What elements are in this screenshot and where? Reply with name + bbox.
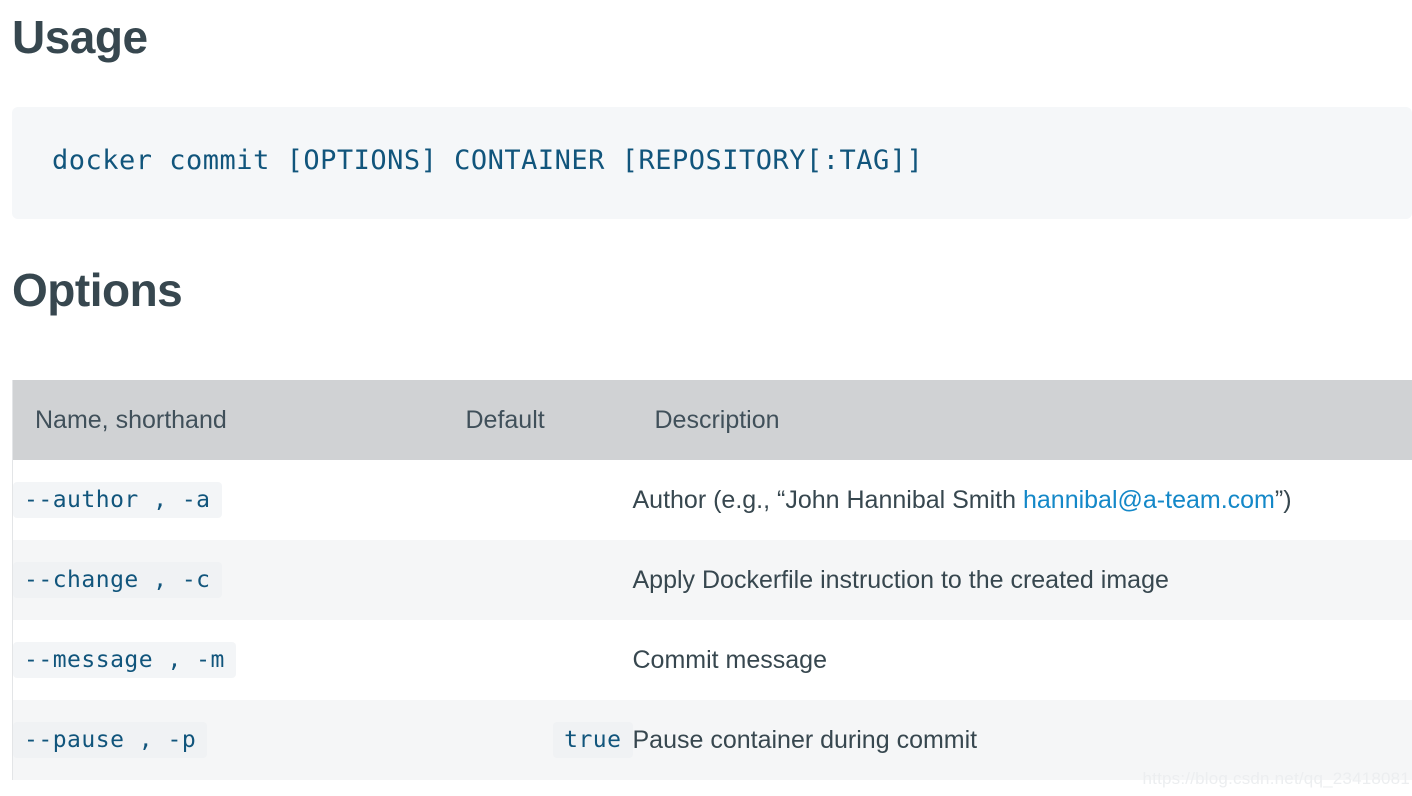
option-default-chip: true (553, 722, 633, 758)
option-name-cell: --message , -m (12, 620, 438, 700)
email-link[interactable]: hannibal@a-team.com (1023, 486, 1275, 514)
option-description-cell: Pause container during commit (632, 700, 1412, 780)
options-table-head: Name, shorthand Default Description (12, 380, 1412, 460)
column-header-description: Description (632, 380, 1412, 460)
usage-command-text: docker commit [OPTIONS] CONTAINER [REPOS… (52, 145, 924, 176)
documentation-page: Usage docker commit [OPTIONS] CONTAINER … (0, 0, 1412, 796)
option-description-cell: Author (e.g., “John Hannibal Smith hanni… (632, 460, 1412, 540)
options-table: Name, shorthand Default Description --au… (12, 380, 1412, 780)
option-default-cell (437, 620, 633, 700)
watermark: https://blog.csdn.net/qq_23418081 (1142, 769, 1410, 788)
table-row: --author , -a Author (e.g., “John Hannib… (12, 460, 1412, 540)
option-name-chip: --author , -a (13, 482, 222, 518)
option-default-cell (437, 460, 633, 540)
table-header-row: Name, shorthand Default Description (12, 380, 1412, 460)
options-heading: Options (12, 264, 183, 316)
option-description-cell: Apply Dockerfile instruction to the crea… (632, 540, 1412, 620)
option-name-chip: --pause , -p (13, 722, 208, 758)
usage-heading: Usage (12, 11, 148, 63)
option-default-cell: true (437, 700, 633, 780)
option-name-cell: --pause , -p (12, 700, 438, 780)
option-name-cell: --author , -a (12, 460, 438, 540)
column-header-name: Name, shorthand (12, 380, 438, 460)
option-description-cell: Commit message (632, 620, 1412, 700)
description-text-prefix: Pause container during commit (632, 725, 978, 754)
column-header-default: Default (437, 380, 633, 460)
option-name-cell: --change , -c (12, 540, 438, 620)
table-row: --change , -c Apply Dockerfile instructi… (12, 540, 1412, 620)
option-name-chip: --message , -m (13, 642, 236, 678)
table-row: --pause , -p true Pause container during… (12, 700, 1412, 780)
options-table-body: --author , -a Author (e.g., “John Hannib… (12, 460, 1412, 780)
option-default-cell (437, 540, 633, 620)
description-text-prefix: Apply Dockerfile instruction to the crea… (632, 565, 1169, 594)
description-text-prefix: Author (e.g., “John Hannibal Smith (632, 485, 1023, 514)
table-row: --message , -m Commit message (12, 620, 1412, 700)
description-text-suffix: ”) (1274, 485, 1292, 514)
description-text-prefix: Commit message (632, 645, 828, 674)
usage-code-block: docker commit [OPTIONS] CONTAINER [REPOS… (12, 107, 1412, 219)
option-name-chip: --change , -c (13, 562, 222, 598)
